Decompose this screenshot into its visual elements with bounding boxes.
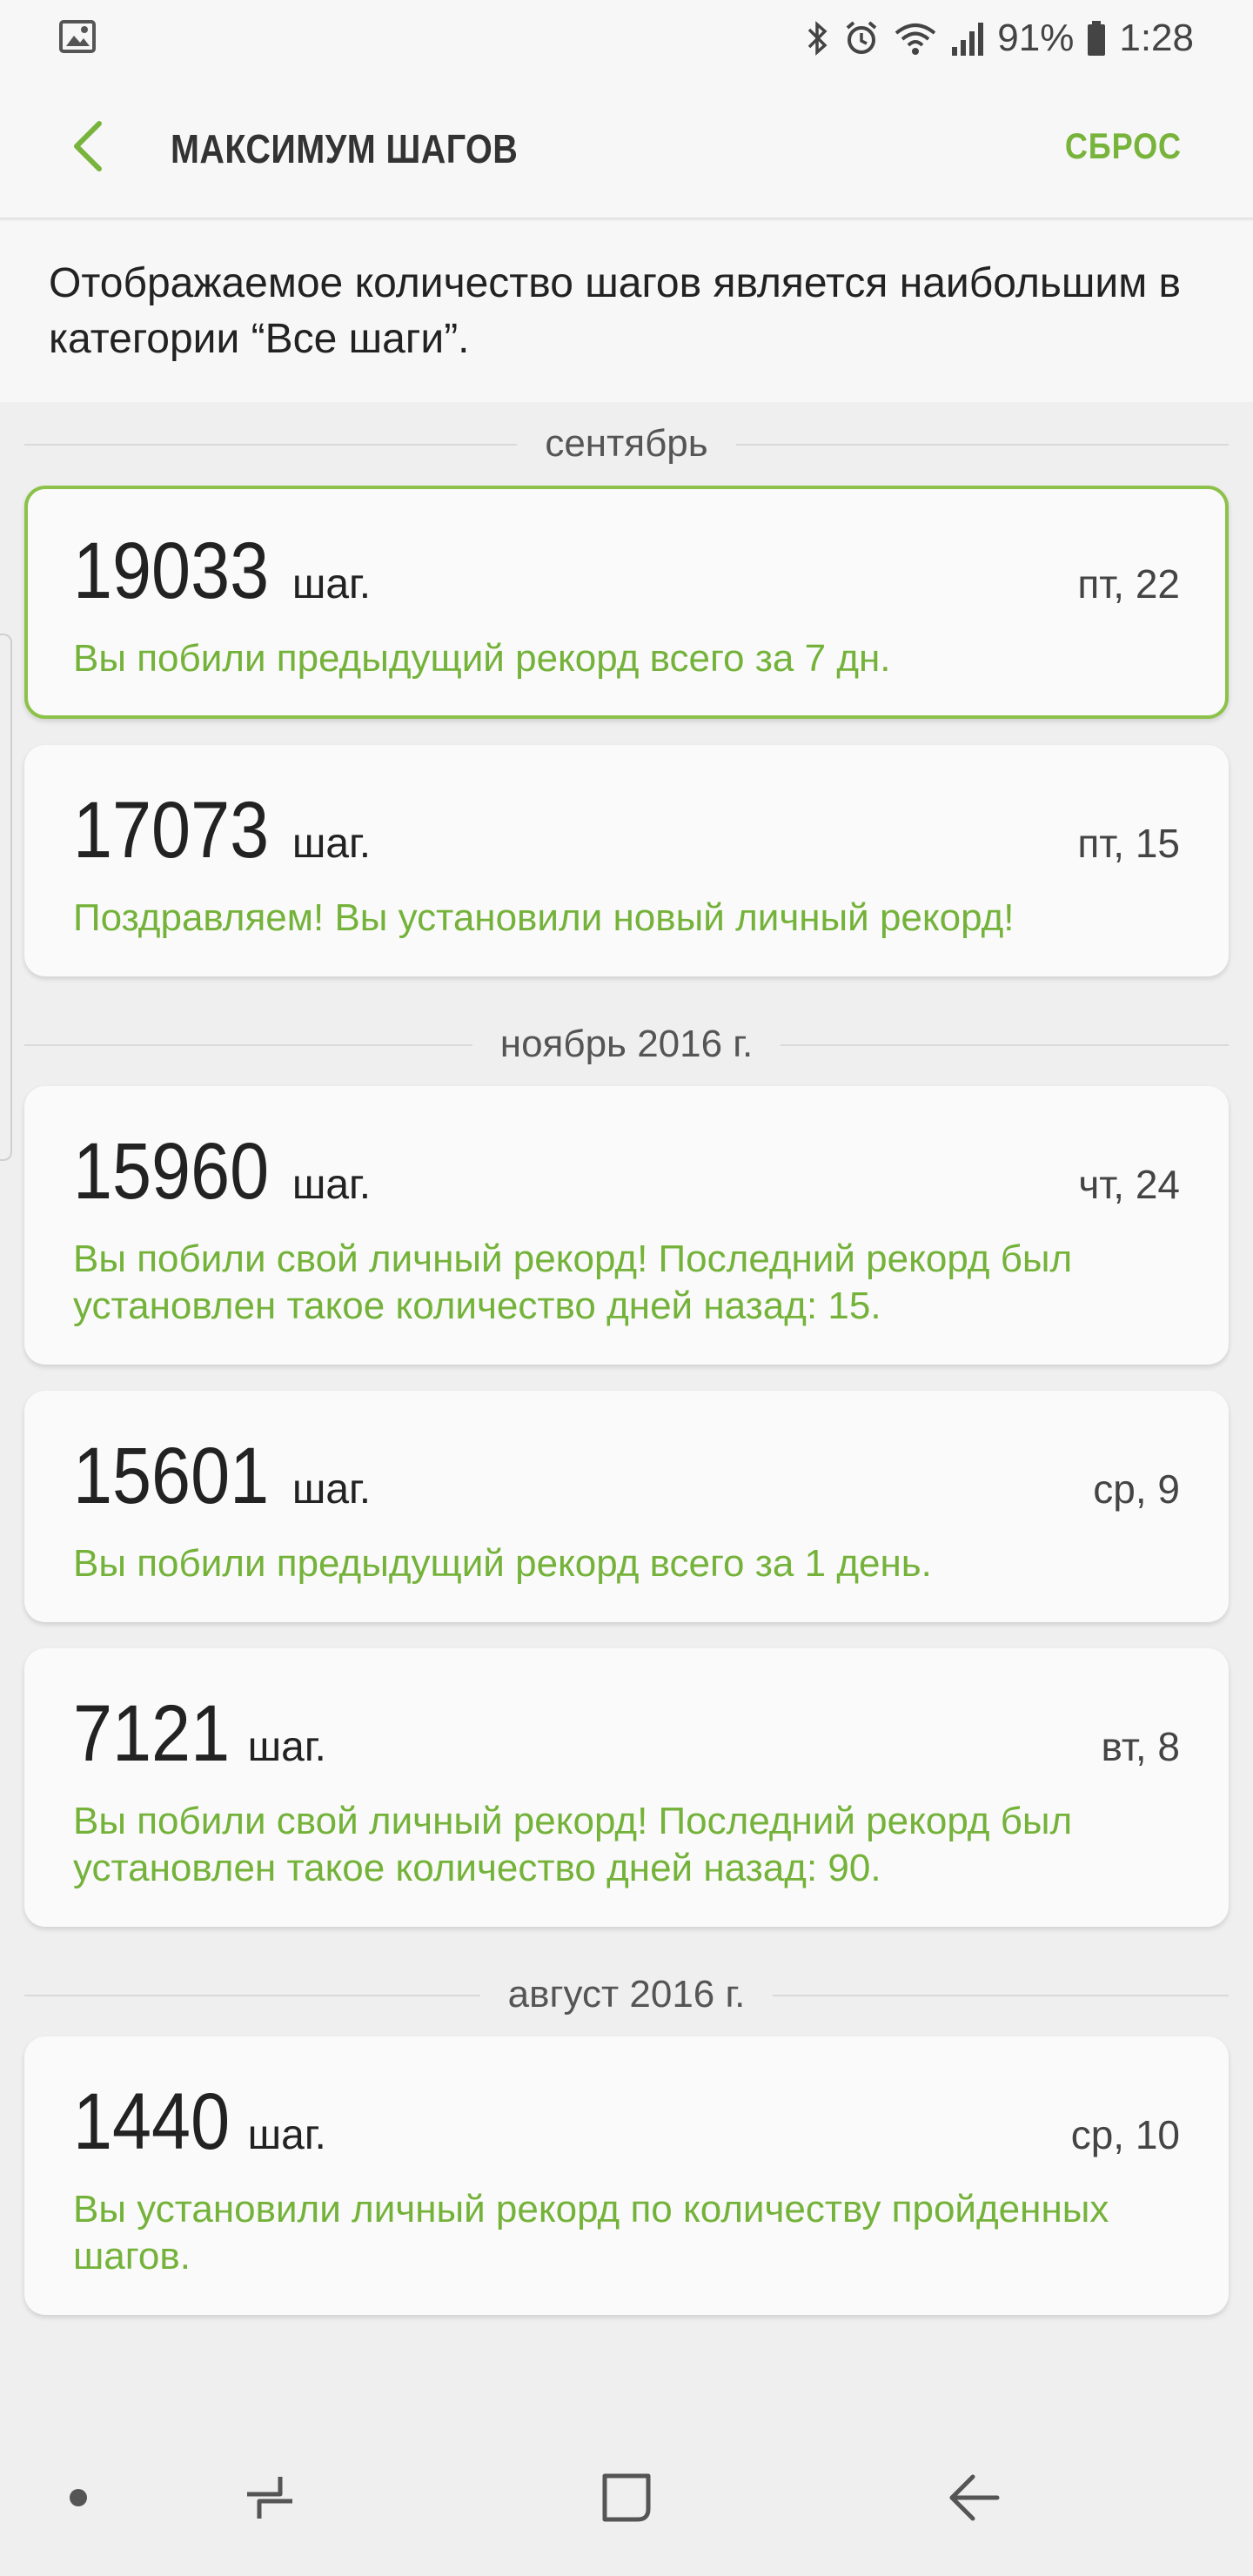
alarm-icon <box>842 19 881 57</box>
gallery-notification-icon <box>59 19 96 57</box>
record-date: чт, 24 <box>1078 1162 1180 1207</box>
record-message: Вы побили свой личный рекорд! Последний … <box>73 1800 1073 1889</box>
record-card[interactable]: 7121 шаг. вт, 8 Вы побили свой личный ре… <box>24 1648 1229 1927</box>
steps-value: 15601 <box>73 1432 270 1520</box>
section-header: сентябрь <box>0 402 1253 486</box>
navigation-bar <box>0 2423 1253 2576</box>
steps-value: 15960 <box>73 1127 270 1216</box>
nav-dot-button[interactable] <box>35 2423 122 2576</box>
signal-icon <box>950 19 985 57</box>
record-date: ср, 9 <box>1093 1466 1180 1512</box>
home-icon <box>600 2471 653 2529</box>
record-card[interactable]: 17073 шаг. пт, 15 Поздравляем! Вы устано… <box>24 745 1229 976</box>
steps-unit: шаг. <box>247 2112 326 2158</box>
record-card[interactable]: 19033 шаг. пт, 22 Вы побили предыдущий р… <box>24 486 1229 719</box>
back-icon <box>947 2472 1002 2528</box>
battery-icon <box>1086 19 1107 57</box>
chevron-left-icon <box>70 120 104 177</box>
back-nav-button[interactable] <box>922 2423 1027 2576</box>
steps-value: 7121 <box>73 1689 231 1778</box>
steps-value: 1440 <box>73 2077 231 2166</box>
record-card[interactable]: 15601 шаг. ср, 9 Вы побили предыдущий ре… <box>24 1391 1229 1622</box>
record-message: Вы побили предыдущий рекорд всего за 7 д… <box>73 637 891 680</box>
steps-value: 19033 <box>73 527 270 615</box>
record-message: Поздравляем! Вы установили новый личный … <box>73 896 1015 939</box>
steps-unit: шаг. <box>247 1724 326 1770</box>
back-button[interactable] <box>63 120 111 176</box>
screen: 91% 1:28 МАКСИМУМ ШАГОВ СБРОС Отображаем… <box>0 0 1253 2576</box>
record-message: Вы установили личный рекорд по количеств… <box>73 2188 1109 2277</box>
record-date: пт, 15 <box>1077 821 1180 866</box>
app-header: МАКСИМУМ ШАГОВ СБРОС <box>0 77 1253 219</box>
steps-unit: шаг. <box>291 1466 372 1513</box>
home-button[interactable] <box>566 2423 687 2576</box>
recent-apps-icon <box>242 2472 298 2528</box>
page-title: МАКСИМУМ ШАГОВ <box>171 126 519 171</box>
section-header: август 2016 г. <box>0 1953 1253 2036</box>
record-date: пт, 22 <box>1077 561 1180 607</box>
steps-unit: шаг. <box>291 821 372 867</box>
dot-icon <box>68 2487 89 2512</box>
reset-button[interactable]: СБРОС <box>1065 125 1182 167</box>
steps-unit: шаг. <box>291 561 372 607</box>
steps-value: 17073 <box>73 786 270 875</box>
description-text: Отображаемое количество шагов является н… <box>0 221 1253 402</box>
record-date: вт, 8 <box>1101 1724 1180 1769</box>
clock: 1:28 <box>1119 17 1194 59</box>
record-date: ср, 10 <box>1070 2112 1180 2157</box>
records-list: сентябрь 19033 шаг. пт, 22 Вы побили пре… <box>0 402 1253 2341</box>
recent-apps-button[interactable] <box>218 2423 322 2576</box>
record-card[interactable]: 15960 шаг. чт, 24 Вы побили свой личный … <box>24 1086 1229 1365</box>
section-header: ноябрь 2016 г. <box>0 1003 1253 1086</box>
bluetooth-icon <box>806 19 830 57</box>
status-bar: 91% 1:28 <box>0 0 1253 77</box>
battery-percent: 91% <box>997 17 1075 59</box>
record-card[interactable]: 1440 шаг. ср, 10 Вы установили личный ре… <box>24 2036 1229 2315</box>
steps-unit: шаг. <box>291 1162 372 1208</box>
record-message: Вы побили предыдущий рекорд всего за 1 д… <box>73 1542 932 1585</box>
wifi-icon <box>893 19 938 57</box>
record-message: Вы побили свой личный рекорд! Последний … <box>73 1238 1073 1327</box>
